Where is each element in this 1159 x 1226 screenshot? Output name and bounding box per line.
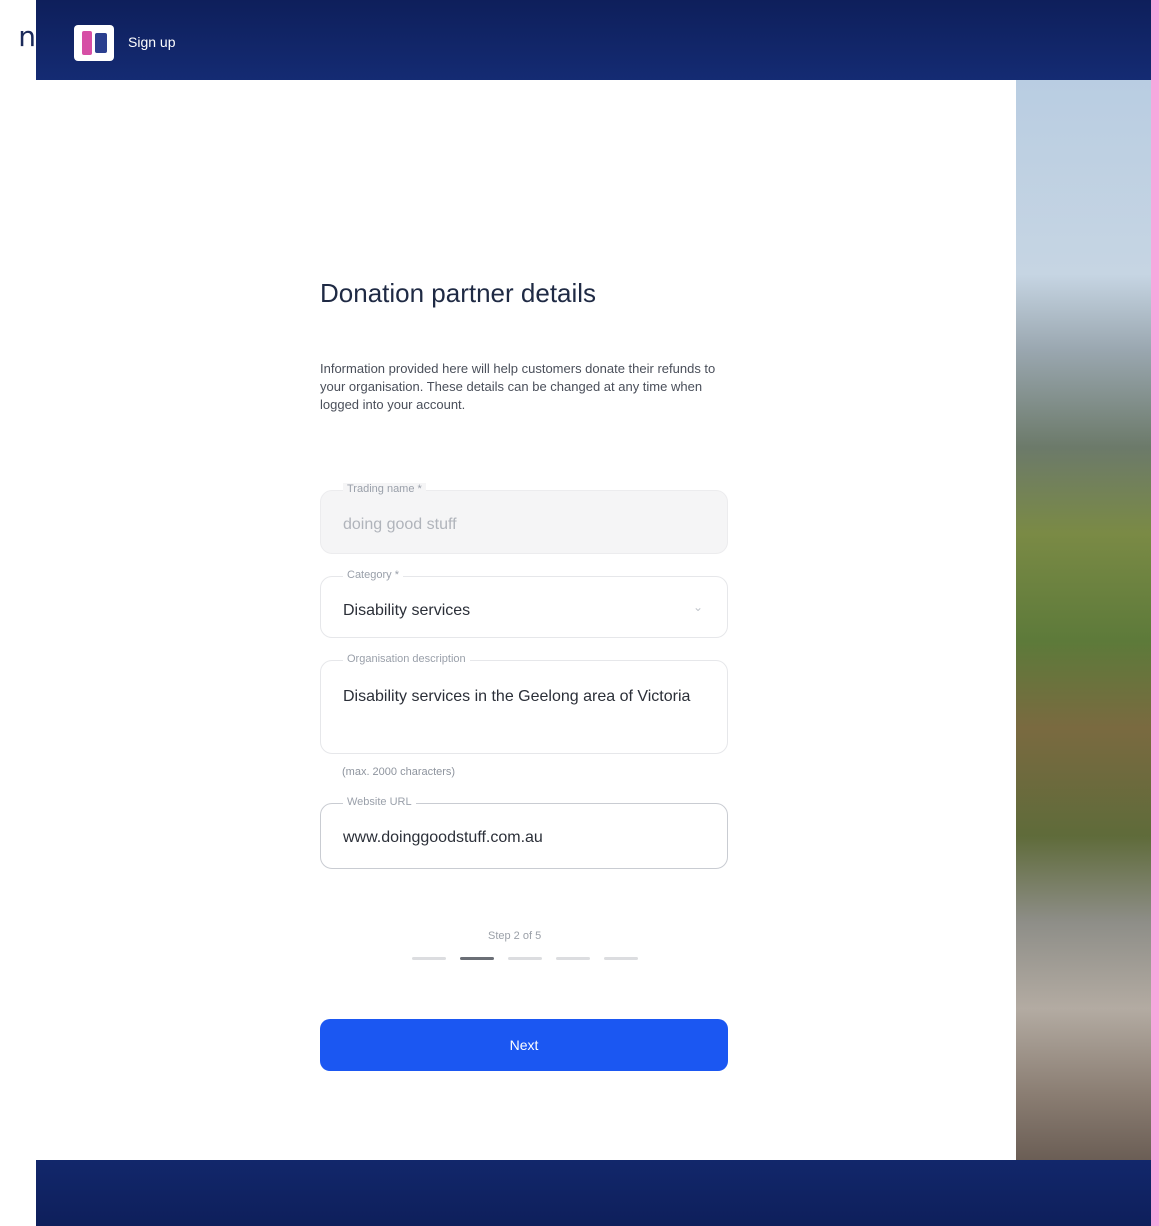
step-progress [412,957,652,961]
step-dash [556,957,590,960]
category-select[interactable]: Category * Disability services ⌄ [320,569,728,638]
category-label: Category * [343,569,403,581]
website-url-label: Website URL [343,796,416,808]
form-intro: Information provided here will help cust… [320,361,716,412]
chevron-down-icon[interactable]: ⌄ [693,601,705,613]
step-dash [508,957,542,960]
description-label: Organisation description [343,653,470,665]
category-value: Disability services [343,602,471,619]
step-dash [604,957,638,960]
trading-name-field[interactable]: Trading name * doing good stuff [320,483,728,554]
top-bar: Sign up [36,0,1151,80]
main-content: Donation partner details Information pro… [36,80,1016,1160]
coastal-landscape-image [1016,80,1151,1160]
description-value: Disability services in the Geelong area … [343,688,691,705]
pink-border-right [1151,0,1159,1226]
next-button[interactable]: Next [320,1019,728,1071]
truncated-edge-text: n [18,20,36,53]
trading-name-label: Trading name * [343,483,426,495]
website-url-field[interactable]: Website URL www.doinggoodstuff.com.au [320,796,728,869]
step-indicator-label: Step 2 of 5 [488,930,542,942]
trading-name-value: doing good stuff [343,516,457,533]
website-url-value: www.doinggoodstuff.com.au [343,829,543,846]
description-helper-text: (max. 2000 characters) [342,766,456,778]
form-heading: Donation partner details [320,278,597,308]
app-window: Sign up Donation partner details Informa… [36,0,1151,1226]
step-dash [412,957,446,960]
bottom-bar [36,1160,1151,1226]
step-dash-active [460,957,494,960]
description-textarea[interactable]: Organisation description Disability serv… [320,653,728,754]
page-title: Sign up [128,34,176,50]
app-logo[interactable] [74,25,114,61]
